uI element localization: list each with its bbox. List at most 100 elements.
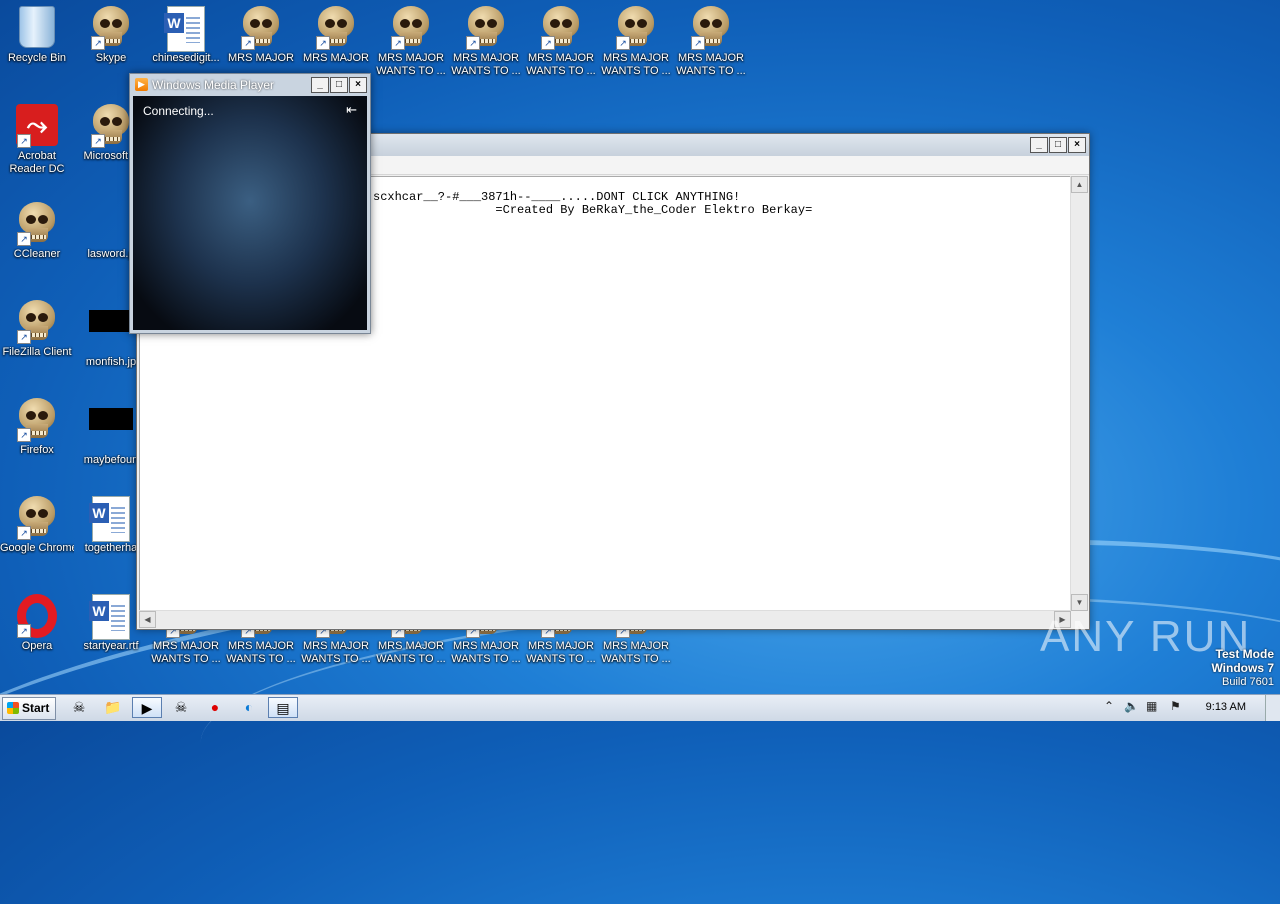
desktop-icon[interactable]: ↗ MRS MAJOR WANTS TO ... (674, 6, 748, 78)
system-tray: ⌃ 🔈 ▦ ⚑ 9:13 AM (1100, 695, 1280, 721)
scroll-down-icon[interactable]: ▼ (1071, 594, 1088, 611)
desktop-icon[interactable]: ↗ MRS MAJOR (224, 6, 298, 65)
desktop-icon-label: CCleaner (13, 248, 61, 260)
word-icon: W (89, 594, 133, 640)
wmp-app-icon: ▶ (135, 78, 148, 91)
desktop-icon-label: Acrobat Reader DC (9, 150, 65, 175)
test-mode-notice: Test Mode Windows 7 Build 7601 (1211, 648, 1274, 689)
desktop-icon-label: MRS MAJOR WANTS TO ... (526, 52, 596, 77)
skull-icon: ↗ (89, 104, 133, 148)
close-button[interactable]: × (1068, 137, 1086, 153)
minimize-button[interactable]: _ (1030, 137, 1048, 153)
volume-icon[interactable]: 🔈 (1124, 699, 1139, 713)
desktop-icon[interactable]: ↗ CCleaner (0, 202, 74, 261)
wmp-status: Connecting... (143, 104, 214, 118)
opera-icon: ↗ (15, 594, 59, 638)
desktop-icon[interactable]: ↗ Firefox (0, 398, 74, 457)
desktop-icon[interactable]: ↗ MRS MAJOR (299, 6, 373, 65)
show-desktop-button[interactable] (1265, 695, 1280, 721)
wmp-title: Windows Media Player (152, 78, 275, 92)
taskbar: Start ☠ 📁 ▶ ☠ ● ◐ ▤ ⌃ 🔈 ▦ ⚑ 9:13 AM (0, 694, 1280, 721)
show-hidden-icons-icon[interactable]: ⌃ (1104, 699, 1114, 713)
skull-icon: ↗ (89, 6, 133, 50)
notepad-line-2: =Created By BeRkaY_the_Coder Elektro Ber… (373, 203, 813, 217)
desktop-icon[interactable]: ↗ Google Chrome (0, 496, 74, 555)
desktop-icon-label: MRS MAJOR WANTS TO ... (676, 52, 746, 77)
switch-to-library-icon[interactable]: ⇤ (346, 102, 357, 118)
skull-icon: ↗ (389, 6, 433, 50)
scroll-up-icon[interactable]: ▲ (1071, 176, 1088, 193)
skull-icon: ↗ (15, 496, 59, 540)
network-icon[interactable]: ▦ (1146, 699, 1157, 713)
skull-icon: ↗ (15, 202, 59, 246)
edge-icon[interactable]: ◐ (234, 697, 264, 718)
desktop-icon-label: MRS MAJOR (228, 52, 294, 64)
desktop-icon-label: MRS MAJOR WANTS TO ... (226, 640, 296, 665)
test-mode-label: Test Mode (1215, 647, 1274, 661)
desktop-icon[interactable]: ↗ MRS MAJOR WANTS TO ... (449, 6, 523, 78)
desktop-icon-label: Opera (21, 640, 53, 652)
desktop-icon-label: MRS MAJOR WANTS TO ... (376, 640, 446, 665)
os-label: Windows 7 (1211, 661, 1274, 675)
desktop-icon-label: Skype (95, 52, 127, 64)
taskbar-wmp-icon[interactable]: ▶ (132, 697, 162, 718)
desktop-icon-label: MRS MAJOR WANTS TO ... (601, 52, 671, 77)
desktop-icon[interactable]: ↗ MRS MAJOR WANTS TO ... (374, 6, 448, 78)
desktop-icon-label: Recycle Bin (7, 52, 67, 64)
close-button[interactable]: × (349, 77, 367, 93)
blank-icon (89, 202, 133, 246)
skull-icon: ↗ (15, 300, 59, 344)
desktop-icon[interactable]: ↗ MRS MAJOR WANTS TO ... (524, 6, 598, 78)
desktop-icon-label: MRS MAJOR WANTS TO ... (376, 52, 446, 77)
desktop-icon-label: startyear.rtf (83, 640, 139, 652)
wmp-titlebar[interactable]: ▶ Windows Media Player _ □ × (130, 74, 370, 96)
acrobat-icon: ⤳ ↗ (15, 104, 59, 148)
skull-icon: ↗ (539, 6, 583, 50)
start-button[interactable]: Start (2, 697, 56, 720)
horizontal-scrollbar[interactable]: ◀ ▶ (139, 610, 1071, 628)
desktop-icon-label: Firefox (20, 444, 54, 456)
desktop-icon-label: MRS MAJOR WANTS TO ... (526, 640, 596, 665)
desktop-icon[interactable]: Recycle Bin (0, 6, 74, 65)
desktop-icon-label: Google Chrome (0, 542, 74, 554)
start-label: Start (22, 701, 50, 715)
desktop-icon[interactable]: ↗ Opera (0, 594, 74, 653)
desktop-icon[interactable]: ⤳ ↗ Acrobat Reader DC (0, 104, 74, 176)
taskbar-skull-icon[interactable]: ☠ (166, 697, 196, 718)
explorer-icon[interactable]: 📁 (98, 697, 128, 718)
taskbar-notepad-icon[interactable]: ▤ (268, 697, 298, 718)
desktop-icon[interactable]: Wchinesedigit... (149, 6, 223, 78)
vertical-scrollbar[interactable]: ▲ ▼ (1070, 176, 1088, 611)
desktop-icon[interactable]: ↗ FileZilla Client (0, 300, 74, 372)
desktop-icon-label: MRS MAJOR WANTS TO ... (601, 640, 671, 665)
desktop-icon-label: MRS MAJOR WANTS TO ... (301, 640, 371, 665)
black-icon (89, 310, 133, 354)
desktop-icon[interactable]: ↗ Skype (74, 6, 148, 65)
minimize-button[interactable]: _ (311, 77, 329, 93)
desktop-icon-label: MRS MAJOR WANTS TO ... (151, 640, 221, 665)
skull-icon: ↗ (15, 398, 59, 442)
desktop-icon-label: MRS MAJOR (303, 52, 369, 64)
desktop-icon-label: FileZilla Client (2, 346, 72, 358)
skull-icon: ↗ (614, 6, 658, 50)
skull-icon: ↗ (464, 6, 508, 50)
wmp-video-area[interactable]: Connecting... ⇤ (133, 96, 367, 330)
desktop-icon[interactable]: ↗ MRS MAJOR WANTS TO ... (599, 6, 673, 78)
scroll-left-icon[interactable]: ◀ (139, 611, 156, 628)
word-icon: W (89, 496, 133, 542)
maximize-button[interactable]: □ (1049, 137, 1067, 153)
maximize-button[interactable]: □ (330, 77, 348, 93)
action-center-flag-icon[interactable]: ⚑ (1170, 699, 1181, 713)
opera-icon[interactable]: ● (200, 697, 230, 718)
build-label: Build 7601 (1222, 676, 1274, 688)
recycle-icon (15, 6, 59, 50)
notepad-line-1: scxhcar__?-#___3871h--____.....DONT CLIC… (373, 190, 741, 204)
windows-logo-icon (7, 702, 19, 714)
taskbar-skull-icon[interactable]: ☠ (64, 697, 94, 718)
wmp-window[interactable]: ▶ Windows Media Player _ □ × Connecting.… (129, 73, 371, 334)
skull-icon: ↗ (314, 6, 358, 50)
clock[interactable]: 9:13 AM (1206, 701, 1246, 713)
word-icon: W (164, 6, 208, 52)
black-icon (89, 408, 133, 452)
desktop-icon-label: MRS MAJOR WANTS TO ... (451, 52, 521, 77)
